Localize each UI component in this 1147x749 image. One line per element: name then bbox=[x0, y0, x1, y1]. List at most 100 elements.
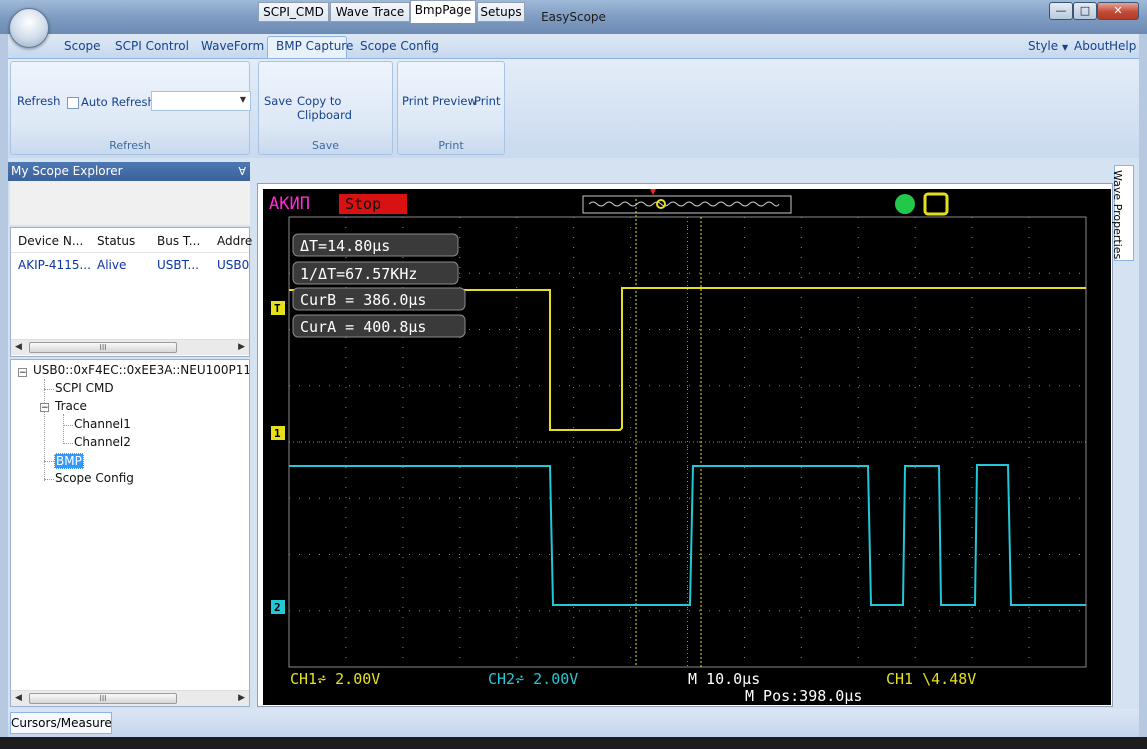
wave-properties-tab[interactable]: Wave Properties bbox=[1111, 165, 1134, 261]
explorer-header: My Scope Explorer ∀ bbox=[8, 162, 250, 181]
tree-line bbox=[63, 443, 73, 444]
device-tree[interactable]: − USB0::0xF4EC::0xEE3A::NEU100P115 SCPI … bbox=[10, 359, 250, 707]
trigger-position-icon bbox=[650, 189, 656, 195]
column-bus-type[interactable]: Bus T... bbox=[157, 234, 200, 248]
tree-line bbox=[44, 379, 45, 481]
tab-scope[interactable]: Scope bbox=[64, 39, 101, 53]
ch1-scale: CH1⩫ 2.00V bbox=[290, 670, 381, 688]
wave-properties-label: Wave Properties bbox=[1111, 170, 1124, 260]
trigger-marker-label: T bbox=[274, 302, 281, 315]
list-horizontal-scrollbar[interactable]: ◀ III ▶ bbox=[11, 339, 249, 355]
doc-tab-wave-trace[interactable]: Wave Trace bbox=[330, 2, 410, 22]
scroll-thumb[interactable]: III bbox=[29, 693, 177, 704]
tab-scope-config[interactable]: Scope Config bbox=[360, 39, 439, 53]
doc-tab-bmppage[interactable]: BmpPage bbox=[410, 0, 476, 23]
save-group-caption: Save bbox=[311, 139, 339, 152]
close-button[interactable]: ✕ bbox=[1097, 2, 1139, 20]
window-title: EasyScope bbox=[541, 10, 606, 24]
taskbar-strip bbox=[0, 737, 1147, 749]
scroll-left-icon[interactable]: ◀ bbox=[15, 693, 22, 703]
style-label: Style bbox=[1028, 39, 1059, 53]
help-link[interactable]: Help bbox=[1109, 39, 1136, 53]
auto-refresh-label: Auto Refresh bbox=[81, 95, 155, 109]
collapse-icon[interactable]: − bbox=[18, 368, 27, 378]
maximize-button[interactable]: □ bbox=[1073, 2, 1097, 20]
tree-item-channel1[interactable]: Channel1 bbox=[74, 417, 131, 431]
auto-refresh-checkbox[interactable] bbox=[67, 97, 79, 109]
refresh-button[interactable]: Refresh bbox=[17, 94, 60, 108]
print-preview-button[interactable]: Print Preview bbox=[402, 94, 477, 108]
ch2-marker-label: 2 bbox=[274, 601, 281, 614]
scroll-thumb[interactable]: III bbox=[29, 342, 177, 353]
explorer-title: My Scope Explorer bbox=[11, 164, 123, 178]
cura-readout: CurA = 400.8μs bbox=[300, 318, 427, 336]
memory-bar-waveform bbox=[588, 201, 780, 207]
scroll-right-icon[interactable]: ▶ bbox=[238, 342, 245, 352]
tree-line bbox=[44, 479, 54, 480]
doc-tab-setups[interactable]: Setups bbox=[477, 2, 525, 22]
doc-tab-scpi-cmd[interactable]: SCPI_CMD bbox=[258, 2, 329, 22]
copy-to-clipboard-button[interactable]: Copy to Clipboard bbox=[297, 94, 392, 122]
printer-icon bbox=[923, 192, 949, 216]
tree-line bbox=[44, 461, 54, 462]
timebase: M 10.0μs bbox=[688, 670, 761, 688]
refresh-interval-select[interactable]: ▼ bbox=[151, 91, 251, 111]
scope-screen-capture: АКИП Stop ΔT=14.80μs 1/ΔT=67.57KHz CurB … bbox=[263, 189, 1111, 705]
device-name-cell[interactable]: AKIP-4115... bbox=[18, 258, 91, 272]
print-group-caption: Print bbox=[438, 139, 464, 152]
tree-horizontal-scrollbar[interactable]: ◀ III ▶ bbox=[11, 690, 249, 706]
cursors-measure-tab[interactable]: Cursors/Measure bbox=[10, 712, 112, 734]
minimize-button[interactable]: — bbox=[1049, 2, 1073, 20]
application-menu-button[interactable] bbox=[9, 8, 49, 48]
pin-icon[interactable]: ∀ bbox=[238, 162, 246, 181]
ribbon: Refresh Auto Refresh ▼ Refresh Save Copy… bbox=[8, 58, 1139, 158]
ch1-marker-label: 1 bbox=[274, 427, 281, 440]
window-border-left bbox=[0, 34, 8, 737]
delta-t-readout: ΔT=14.80μs bbox=[300, 237, 391, 255]
tab-scpi-control[interactable]: SCPI Control bbox=[115, 39, 189, 53]
memory-position: M Pos:398.0μs bbox=[745, 687, 863, 705]
tree-item-scpi-cmd[interactable]: SCPI CMD bbox=[55, 381, 114, 395]
column-address[interactable]: Addre bbox=[217, 234, 252, 248]
usb-status-icon bbox=[895, 194, 915, 214]
save-button[interactable]: Save bbox=[264, 94, 292, 108]
scroll-left-icon[interactable]: ◀ bbox=[15, 342, 22, 352]
collapse-icon[interactable]: − bbox=[40, 403, 49, 413]
style-menu[interactable]: Style ▼ bbox=[1028, 39, 1068, 53]
ch2-scale: CH2⩫ 2.00V bbox=[488, 670, 579, 688]
print-button[interactable]: Print bbox=[474, 94, 500, 108]
column-status[interactable]: Status bbox=[97, 234, 135, 248]
chevron-down-icon: ▼ bbox=[1061, 43, 1069, 52]
tree-item-trace[interactable]: Trace bbox=[55, 399, 87, 413]
chevron-down-icon: ▼ bbox=[239, 95, 246, 104]
freq-readout: 1/ΔT=67.57KHz bbox=[300, 265, 418, 283]
print-group: Print Preview Print Print bbox=[397, 61, 505, 155]
tab-waveform[interactable]: WaveForm bbox=[201, 39, 264, 53]
refresh-group-caption: Refresh bbox=[109, 139, 151, 152]
device-address-cell[interactable]: USB0 bbox=[217, 258, 249, 272]
refresh-group: Refresh Auto Refresh ▼ Refresh bbox=[10, 61, 251, 155]
tree-line bbox=[44, 389, 54, 390]
scope-brand: АКИП bbox=[269, 194, 310, 214]
trigger-info: CH1 \4.48V bbox=[886, 670, 977, 688]
run-state: Stop bbox=[345, 195, 382, 213]
tree-item-channel2[interactable]: Channel2 bbox=[74, 435, 131, 449]
device-list[interactable]: Device N... Status Bus T... Addre AKIP-4… bbox=[10, 227, 252, 357]
header-divider bbox=[11, 252, 249, 253]
tree-root-usb[interactable]: USB0::0xF4EC::0xEE3A::NEU100P115 bbox=[33, 363, 249, 377]
save-group: Save Copy to Clipboard Save bbox=[258, 61, 393, 155]
tree-item-bmp[interactable]: BMP bbox=[54, 453, 84, 469]
about-link[interactable]: About bbox=[1074, 39, 1109, 53]
status-bar: Cursors/Measure bbox=[8, 709, 1139, 737]
explorer-toolbar-area bbox=[10, 181, 250, 225]
tree-item-scope-config[interactable]: Scope Config bbox=[55, 471, 134, 485]
device-status-cell[interactable]: Alive bbox=[97, 258, 126, 272]
tree-line bbox=[63, 414, 64, 444]
device-bus-cell[interactable]: USBT... bbox=[157, 258, 199, 272]
tab-bmp-capture[interactable]: BMP Capture bbox=[276, 39, 353, 53]
window-border-right bbox=[1139, 34, 1147, 737]
column-device-name[interactable]: Device N... bbox=[18, 234, 83, 248]
scroll-right-icon[interactable]: ▶ bbox=[238, 693, 245, 703]
curb-readout: CurB = 386.0μs bbox=[300, 291, 427, 309]
tree-line bbox=[63, 425, 73, 426]
